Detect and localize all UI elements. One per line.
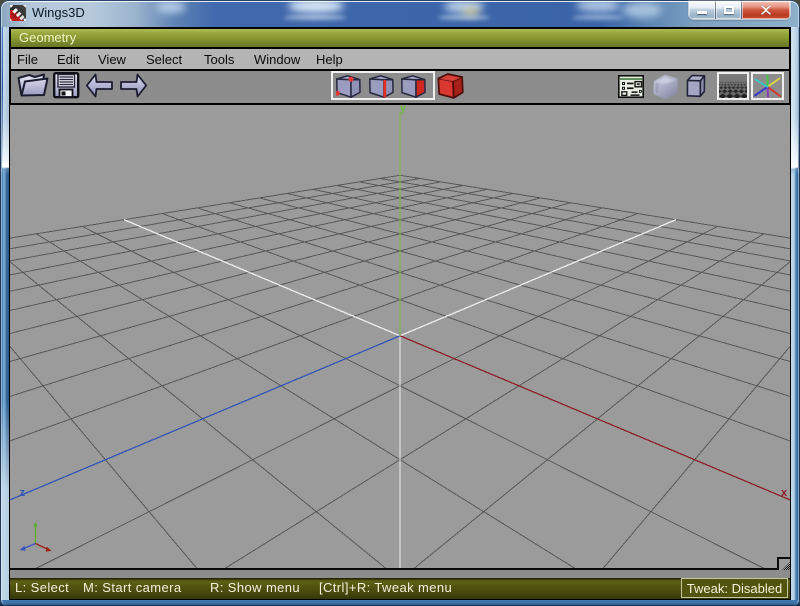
svg-text:y: y [400, 105, 407, 115]
svg-text:z: z [20, 487, 26, 499]
svg-text:x: x [781, 487, 788, 499]
